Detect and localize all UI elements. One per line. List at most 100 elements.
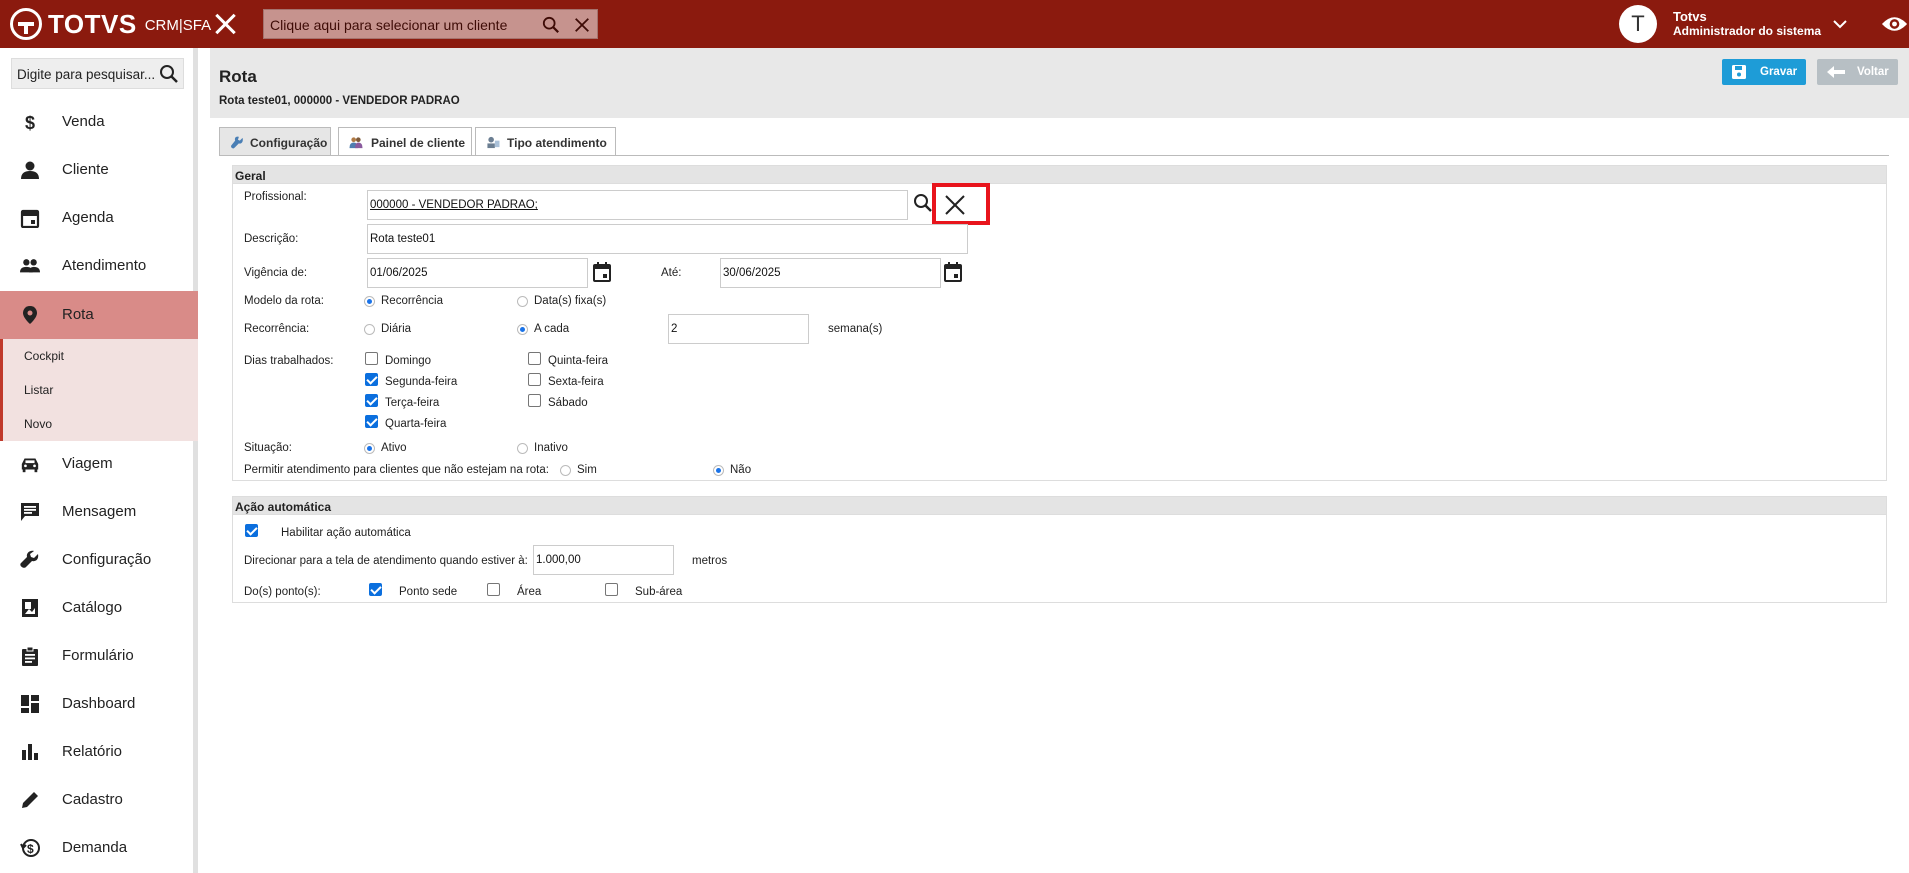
recorrencia-valor-field[interactable]: 2 (668, 314, 809, 344)
sidebar-item-rota[interactable]: Rota (0, 291, 198, 339)
profissional-value[interactable]: 000000 - VENDEDOR PADRAO; (370, 199, 538, 211)
dollar-icon: $ (25, 113, 35, 132)
checkbox-area[interactable] (487, 583, 500, 596)
dias-label: Dias trabalhados: (244, 355, 334, 367)
totvs-logo[interactable]: TOTVS CRM|SFA (10, 8, 211, 40)
sidebar-item-viagem[interactable]: Viagem (0, 440, 198, 488)
search-icon[interactable] (542, 16, 560, 34)
permitir-label: Permitir atendimento para clientes que n… (244, 464, 549, 476)
checkbox-sexta[interactable] (528, 373, 541, 386)
modelo-label: Modelo da rota: (244, 295, 324, 307)
sidebar-item-relatorio[interactable]: Relatório (0, 728, 198, 776)
sidebar-item-label: Mensagem (62, 503, 137, 520)
descricao-label: Descrição: (244, 233, 299, 245)
checkbox-domingo[interactable] (365, 352, 378, 365)
radio-sit-inativo[interactable] (517, 443, 528, 454)
back-button[interactable]: Voltar (1817, 59, 1898, 85)
avatar[interactable]: T (1619, 5, 1657, 43)
sidebar-item-cadastro[interactable]: Cadastro (0, 776, 198, 824)
save-button[interactable]: Gravar (1722, 59, 1806, 85)
segunda-label: Segunda-feira (385, 376, 458, 388)
descricao-field[interactable]: Rota teste01 (367, 224, 968, 254)
quarta-label: Quarta-feira (385, 418, 447, 430)
sidebar-item-atendimento[interactable]: Atendimento (0, 242, 198, 290)
rec-acada-label: A cada (534, 323, 570, 335)
sidebar-item-catalogo[interactable]: Catálogo (0, 584, 198, 632)
checkbox-terca[interactable] (365, 394, 378, 407)
sidebar-item-configuracao[interactable]: Configuração (0, 536, 198, 584)
demand-icon: $ (20, 839, 40, 857)
checkbox-sub-area[interactable] (605, 583, 618, 596)
page-subtitle: Rota teste01, 000000 - VENDEDOR PADRAO (219, 95, 460, 107)
sidebar-subitem-cockpit[interactable]: Cockpit (24, 349, 64, 363)
save-button-label: Gravar (1760, 66, 1798, 78)
person-icon (21, 161, 39, 179)
radio-rec-acada[interactable] (517, 324, 528, 335)
user-role: Administrador do sistema (1673, 24, 1822, 38)
tab-configuracao[interactable]: Configuração (219, 127, 331, 156)
modelo-recorrencia-label: Recorrência (381, 295, 443, 307)
tab-tipo-atendimento[interactable]: Tipo atendimento (475, 127, 616, 156)
people-icon (20, 259, 40, 273)
sidebar-subitem-novo[interactable]: Novo (24, 417, 52, 431)
clear-icon[interactable] (573, 16, 591, 34)
ponto-sede-label: Ponto sede (399, 586, 458, 598)
client-select-field[interactable]: Clique aqui para selecionar um cliente (263, 9, 598, 39)
sidebar-item-label: Catálogo (62, 599, 123, 616)
radio-rec-diaria[interactable] (364, 324, 375, 335)
sidebar-item-formulario[interactable]: Formulário (0, 632, 198, 680)
perm-sim-label: Sim (577, 464, 597, 476)
calendar-icon[interactable] (587, 258, 617, 288)
profissional-label: Profissional: (244, 191, 307, 203)
recorrencia-unidade: semana(s) (828, 323, 883, 335)
area-label: Área (517, 586, 542, 598)
sidebar-item-label: Atendimento (62, 257, 147, 274)
checkbox-ponto-sede[interactable] (369, 583, 382, 596)
section-title: Geral (233, 166, 1886, 184)
distancia-unidade: metros (692, 555, 728, 567)
wrench-icon (231, 136, 243, 149)
sidebar-item-cliente[interactable]: Cliente (0, 146, 198, 194)
vigencia-ate-field[interactable]: 30/06/2025 (720, 258, 941, 288)
distancia-value: 1.000,00 (536, 554, 581, 566)
distancia-field[interactable]: 1.000,00 (533, 545, 674, 575)
menu-search-input[interactable]: Digite para pesquisar... (11, 58, 184, 89)
checkbox-segunda[interactable] (365, 373, 378, 386)
sidebar-item-label: Agenda (62, 209, 114, 226)
radio-sit-ativo[interactable] (364, 443, 375, 454)
sidebar-item-dashboard[interactable]: Dashboard (0, 680, 198, 728)
pontos-label: Do(s) ponto(s): (244, 586, 321, 598)
radio-perm-sim[interactable] (560, 465, 571, 476)
checkbox-habilitar-acao[interactable] (245, 524, 258, 537)
sidebar-item-label: Dashboard (62, 695, 136, 712)
message-icon (21, 503, 39, 521)
sidebar-item-agenda[interactable]: Agenda (0, 194, 198, 242)
recorrencia-label: Recorrência: (244, 323, 310, 335)
descricao-value: Rota teste01 (370, 233, 436, 245)
checkbox-sabado[interactable] (528, 394, 541, 407)
checkbox-quinta[interactable] (528, 352, 541, 365)
radio-perm-nao[interactable] (713, 465, 724, 476)
radio-modelo-fixa[interactable] (517, 296, 528, 307)
sit-ativo-label: Ativo (381, 442, 407, 454)
tab-painel-de-cliente[interactable]: Painel de cliente (338, 127, 472, 156)
calendar-icon (20, 209, 40, 228)
car-icon (21, 458, 39, 473)
search-icon[interactable] (159, 64, 179, 84)
checkbox-quarta[interactable] (365, 415, 378, 428)
radio-modelo-recorrencia[interactable] (364, 296, 375, 307)
modelo-fixa-label: Data(s) fixa(s) (534, 295, 607, 307)
sidebar-item-label: Viagem (62, 455, 113, 472)
sidebar-item-label: Cadastro (62, 791, 123, 808)
close-menu-icon[interactable] (210, 9, 240, 39)
sidebar-item-mensagem[interactable]: Mensagem (0, 488, 198, 536)
chevron-down-icon[interactable] (1832, 16, 1848, 32)
vigencia-de-field[interactable]: 01/06/2025 (367, 258, 588, 288)
calendar-icon[interactable] (938, 258, 968, 288)
sidebar-item-venda[interactable]: $ Venda (0, 98, 198, 146)
eye-icon[interactable] (1880, 12, 1909, 36)
user-name: Totvs (1673, 9, 1707, 24)
profissional-field[interactable]: 000000 - VENDEDOR PADRAO; (367, 190, 908, 220)
sidebar-subitem-listar[interactable]: Listar (24, 383, 53, 397)
sidebar-item-demanda[interactable]: $ Demanda (0, 824, 198, 872)
